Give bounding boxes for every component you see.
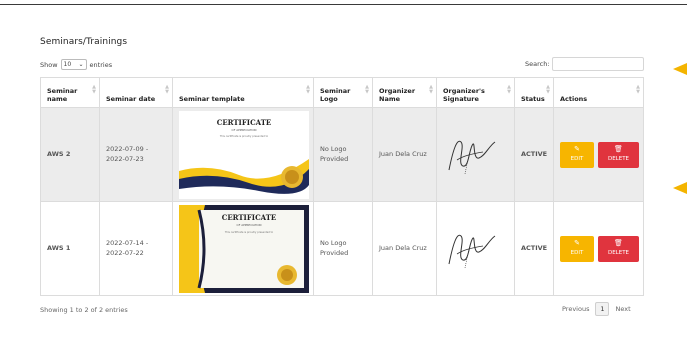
status-badge: ACTIVE xyxy=(514,107,554,202)
table-row: AWS 2 2022-07-09 -2022-07-23 CERTIFICATE… xyxy=(40,107,644,202)
organizer-signature xyxy=(436,201,515,296)
entries-length-control: Show 10 ⌄ entries xyxy=(40,59,112,70)
table-header-row: Seminar name ▲ ▼ Seminar date ▲ ▼ Seminar te… xyxy=(40,77,644,108)
certificate-title: CERTIFICATE xyxy=(217,118,272,127)
seminar-template: CERTIFICATE OF APPRECIATION This certifi… xyxy=(172,107,314,202)
organizer-name: Juan Dela Cruz xyxy=(372,107,437,202)
certificate-body: This certificate is proudly presented to xyxy=(220,134,269,138)
organizer-name: Juan Dela Cruz xyxy=(372,201,437,296)
column-header[interactable]: Actions ▲ ▼ xyxy=(553,77,644,108)
delete-button[interactable]: 🗑 DELETE xyxy=(598,235,639,262)
trash-icon: 🗑 xyxy=(614,144,623,153)
certificate-template-image[interactable]: CERTIFICATE OF APPRECIATION This certifi… xyxy=(179,204,309,293)
seminar-date: 2022-07-14 -2022-07-22 xyxy=(99,201,173,296)
seminar-template: CERTIFICATE OF APPRECIATION This certifi… xyxy=(172,201,314,296)
sort-icon: ▲ ▼ xyxy=(546,84,550,95)
organizer-signature xyxy=(436,107,515,202)
page-number-button[interactable]: 1 xyxy=(595,302,610,316)
column-header[interactable]: Seminar name ▲ ▼ xyxy=(40,77,100,108)
chevron-down-icon: ⌄ xyxy=(78,61,84,68)
seminar-logo: No Logo Provided xyxy=(313,201,373,296)
sort-icon: ▲ ▼ xyxy=(92,84,96,95)
seminar-date: 2022-07-09 -2022-07-23 xyxy=(99,107,173,202)
sort-icon: ▲ ▼ xyxy=(429,84,433,95)
pagination: Previous 1 Next xyxy=(562,302,631,316)
sort-icon: ▲ ▼ xyxy=(165,84,169,95)
column-header[interactable]: Organizer Name ▲ ▼ xyxy=(372,77,437,108)
column-header[interactable]: Seminar Logo ▲ ▼ xyxy=(313,77,373,108)
certificate-title: CERTIFICATE xyxy=(222,213,277,222)
column-header[interactable]: Seminar template ▲ ▼ xyxy=(172,77,314,108)
entries-label: entries xyxy=(89,60,113,69)
seminars-table: Seminar name ▲ ▼ Seminar date ▲ ▼ Seminar te… xyxy=(40,77,644,296)
search-input[interactable] xyxy=(551,57,644,71)
column-header[interactable]: Status ▲ ▼ xyxy=(514,77,554,108)
table-info: Showing 1 to 2 of 2 entries xyxy=(40,306,128,314)
actions-cell: ✎ EDIT 🗑 DELETE xyxy=(553,201,644,296)
pencil-icon: ✎ xyxy=(574,144,580,153)
previous-page-button[interactable]: Previous xyxy=(562,305,589,313)
status-badge: ACTIVE xyxy=(514,201,554,296)
column-header[interactable]: Organizer's Signature ▲ ▼ xyxy=(436,77,515,108)
entries-length-select[interactable]: 10 ⌄ xyxy=(60,59,87,70)
edit-button[interactable]: ✎ EDIT xyxy=(560,235,594,262)
search-control: Search: xyxy=(525,57,644,71)
table-row: AWS 1 2022-07-14 -2022-07-22 CERTIFICATE… xyxy=(40,201,644,296)
sort-icon: ▲ ▼ xyxy=(306,84,310,95)
trash-icon: 🗑 xyxy=(614,238,623,247)
certificate-template-image[interactable]: CERTIFICATE OF APPRECIATION This certifi… xyxy=(179,110,309,199)
sort-icon: ▲ ▼ xyxy=(507,84,511,95)
certificate-subtitle: OF APPRECIATION xyxy=(237,223,262,227)
certificate-subtitle: OF APPRECIATION xyxy=(232,128,257,132)
delete-button[interactable]: 🗑 DELETE xyxy=(598,141,639,168)
seminar-name: AWS 1 xyxy=(40,201,100,296)
column-header[interactable]: Seminar date ▲ ▼ xyxy=(99,77,173,108)
arrow-left-icon xyxy=(673,63,687,75)
signature-image xyxy=(448,234,496,268)
actions-cell: ✎ EDIT 🗑 DELETE xyxy=(553,107,644,202)
certificate-body: This certificate is proudly presented to xyxy=(225,230,274,234)
page-title: Seminars/Trainings xyxy=(40,37,128,47)
pencil-icon: ✎ xyxy=(574,238,580,247)
signature-image xyxy=(448,140,496,174)
next-page-button[interactable]: Next xyxy=(615,305,630,313)
edit-button[interactable]: ✎ EDIT xyxy=(560,141,594,168)
top-divider xyxy=(0,4,687,5)
entries-length-value: 10 xyxy=(63,61,72,68)
show-label: Show xyxy=(40,60,58,69)
sort-icon: ▲ ▼ xyxy=(636,84,640,95)
seminar-name: AWS 2 xyxy=(40,107,100,202)
arrow-left-icon xyxy=(673,182,687,194)
sort-icon: ▲ ▼ xyxy=(365,84,369,95)
seminar-logo: No Logo Provided xyxy=(313,107,373,202)
search-label: Search: xyxy=(525,60,550,68)
